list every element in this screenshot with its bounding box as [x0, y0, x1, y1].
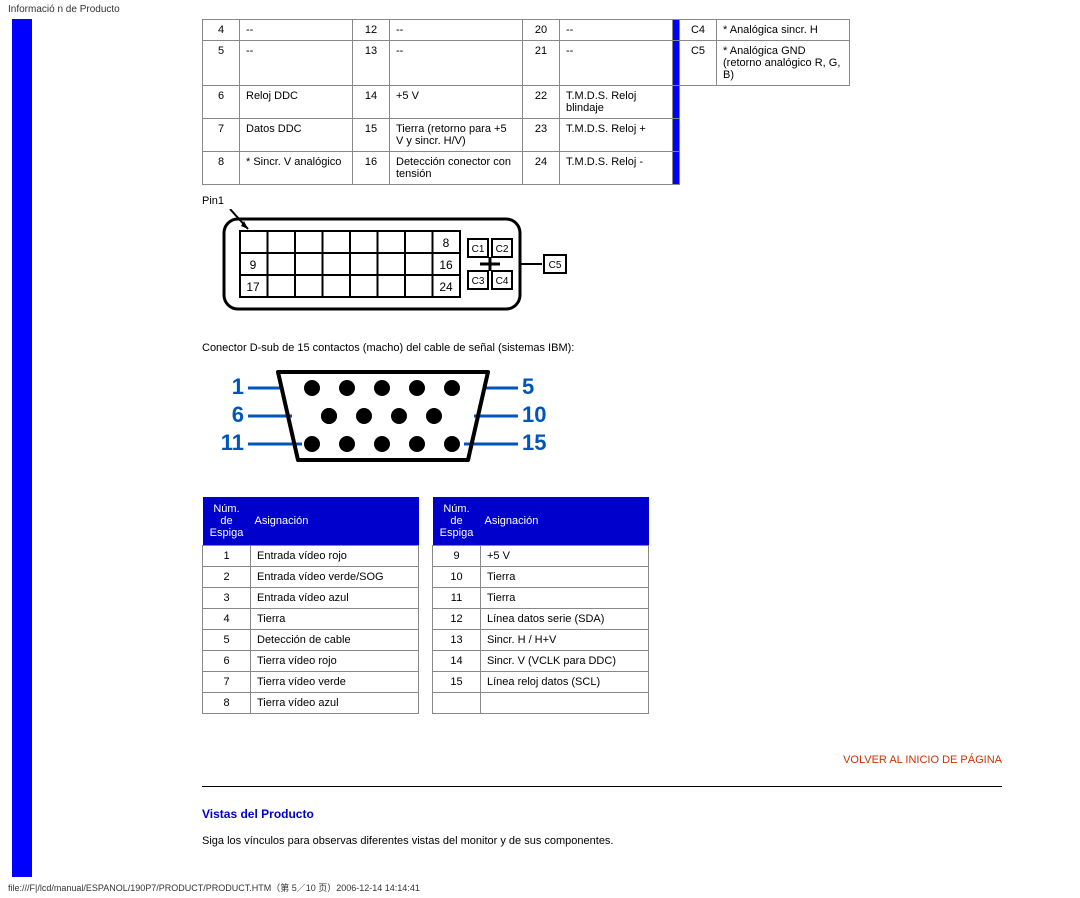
svg-text:16: 16: [439, 258, 453, 272]
main-content: 4 -- 12 -- 20 -- C4 * Analógica sincr. H…: [32, 19, 1002, 877]
dsub-connector-diagram: 1 6 11 5 10 15: [202, 364, 562, 474]
svg-text:24: 24: [439, 280, 453, 294]
dsub-caption: Conector D-sub de 15 contactos (macho) d…: [202, 342, 1002, 354]
svg-text:6: 6: [232, 402, 244, 427]
pin-assignment-table: Núm. de Espiga Asignación Núm. de Espiga…: [202, 497, 649, 714]
section-title-product-views: Vistas del Producto: [202, 807, 1002, 821]
dvi-pin1-label: Pin1: [202, 195, 1002, 207]
svg-text:C3: C3: [472, 276, 485, 287]
svg-text:C5: C5: [549, 260, 562, 271]
svg-text:C4: C4: [496, 276, 509, 287]
svg-text:C2: C2: [496, 244, 509, 255]
svg-text:15: 15: [522, 430, 546, 455]
svg-text:C1: C1: [472, 244, 485, 255]
page-header: Informació n de Producto: [0, 0, 1080, 19]
product-views-text: Siga los vínculos para observas diferent…: [202, 835, 1002, 847]
side-blue-bar: [12, 19, 32, 877]
svg-text:17: 17: [246, 280, 260, 294]
svg-text:5: 5: [522, 374, 534, 399]
section-divider: [202, 786, 1002, 787]
footer-file-path: file:///F|/lcd/manual/ESPANOL/190P7/PROD…: [0, 877, 1080, 898]
svg-text:1: 1: [232, 374, 244, 399]
svg-text:9: 9: [250, 258, 257, 272]
svg-text:11: 11: [221, 430, 244, 455]
dvi-pin-table: 4 -- 12 -- 20 -- C4 * Analógica sincr. H…: [202, 19, 850, 185]
dvi-connector-diagram: 9 17 8 16 24 C1 C2 C3 C4 C5: [202, 209, 582, 319]
svg-text:8: 8: [443, 236, 450, 250]
back-to-top-link[interactable]: VOLVER AL INICIO DE PÁGINA: [202, 754, 1002, 766]
svg-text:10: 10: [522, 402, 546, 427]
